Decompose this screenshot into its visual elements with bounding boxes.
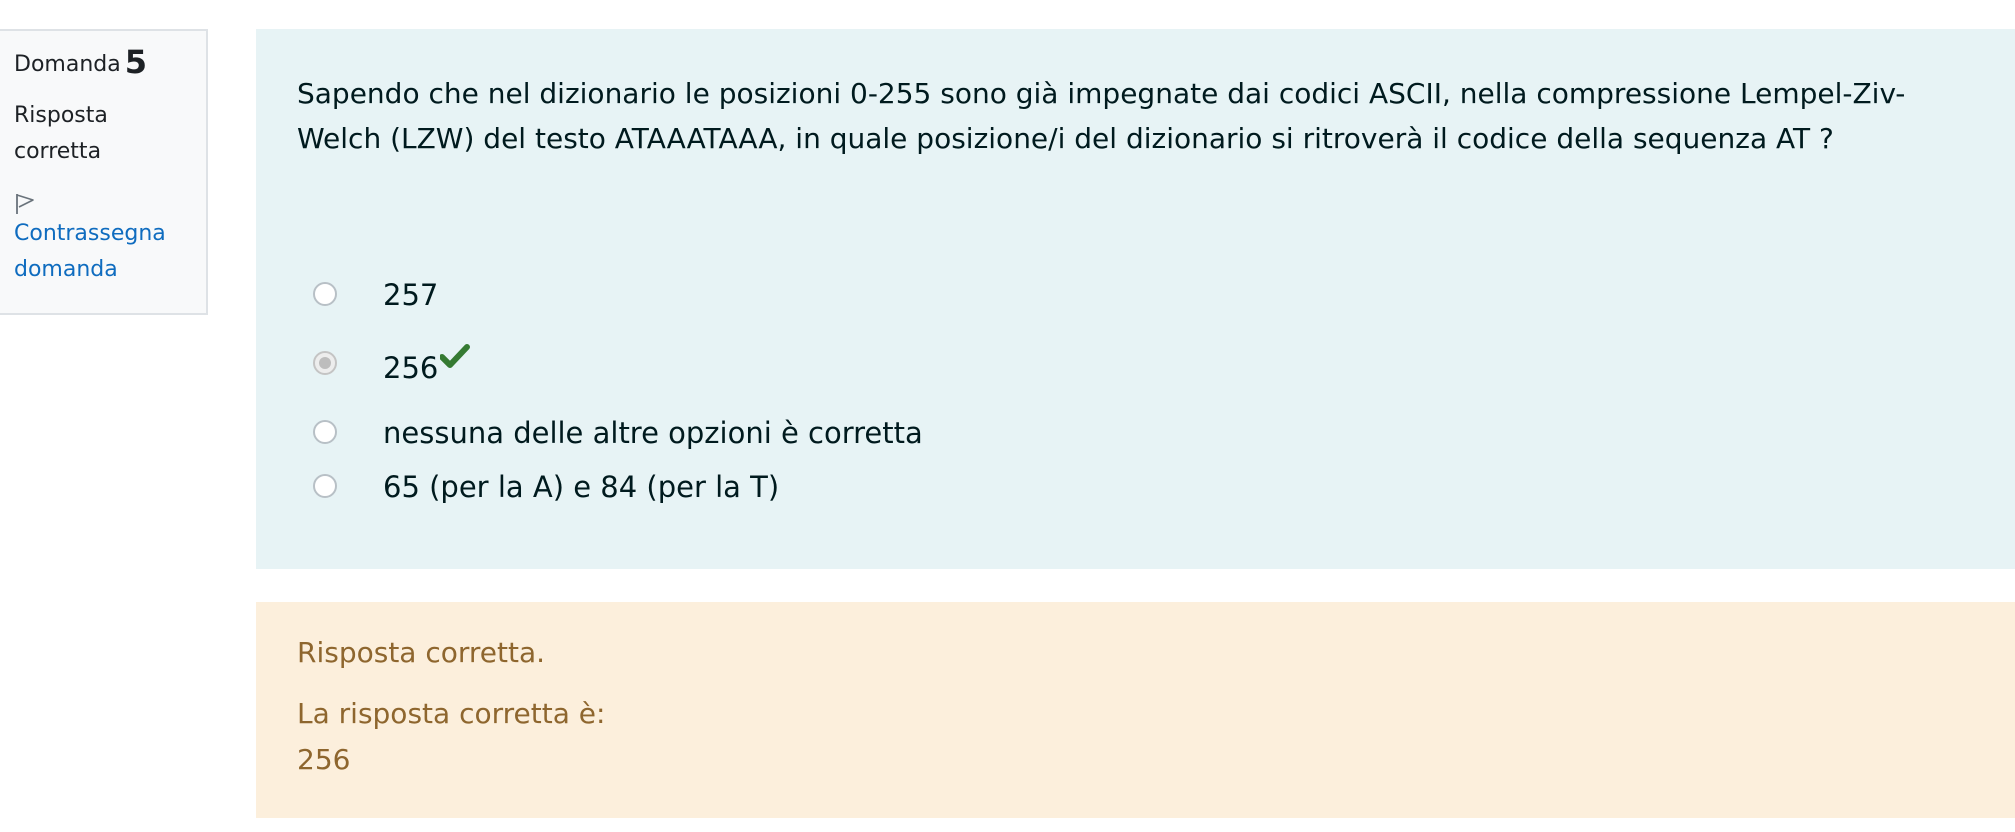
question-number: 5 (124, 43, 147, 81)
radio-button[interactable] (313, 282, 337, 306)
question-text: Sapendo che nel dizionario le posizioni … (297, 77, 1906, 155)
radio-button-selected[interactable] (313, 351, 337, 375)
right-answer-label: La risposta corretta è: (297, 697, 606, 730)
check-icon (440, 344, 471, 368)
feedback-text: Risposta corretta. (297, 636, 546, 669)
question-number-line: Domanda 5 (14, 45, 206, 82)
answer-label-selected[interactable]: 256 (383, 344, 471, 388)
answer-label-text[interactable]: 256 (383, 351, 438, 385)
outcome-panel: Risposta corretta. La risposta corretta … (256, 602, 2015, 818)
question-info-panel: Domanda 5 Risposta corretta Contrassegna … (0, 29, 208, 315)
flag-link-line1[interactable]: Contrassegna (14, 221, 166, 246)
flag-icon (16, 194, 34, 214)
answer-label[interactable]: 257 (383, 275, 438, 315)
radio-button[interactable] (313, 420, 337, 444)
flag-link-line2[interactable]: domanda (14, 257, 118, 282)
right-answer-value: 256 (297, 743, 351, 776)
question-state-line2: corretta (14, 139, 102, 164)
radio-button[interactable] (313, 474, 337, 498)
question-label: Domanda (14, 52, 121, 77)
question-state: Risposta corretta (14, 98, 206, 170)
question-state-line1: Risposta (14, 103, 108, 128)
flag-question-link[interactable]: Contrassegna domanda (14, 192, 206, 288)
right-answer: La risposta corretta è: 256 (297, 691, 1975, 783)
answer-label[interactable]: nessuna delle altre opzioni è corretta (383, 413, 923, 453)
question-formulation: Sapendo che nel dizionario le posizioni … (256, 29, 2015, 569)
answer-label[interactable]: 65 (per la A) e 84 (per la T) (383, 467, 779, 507)
